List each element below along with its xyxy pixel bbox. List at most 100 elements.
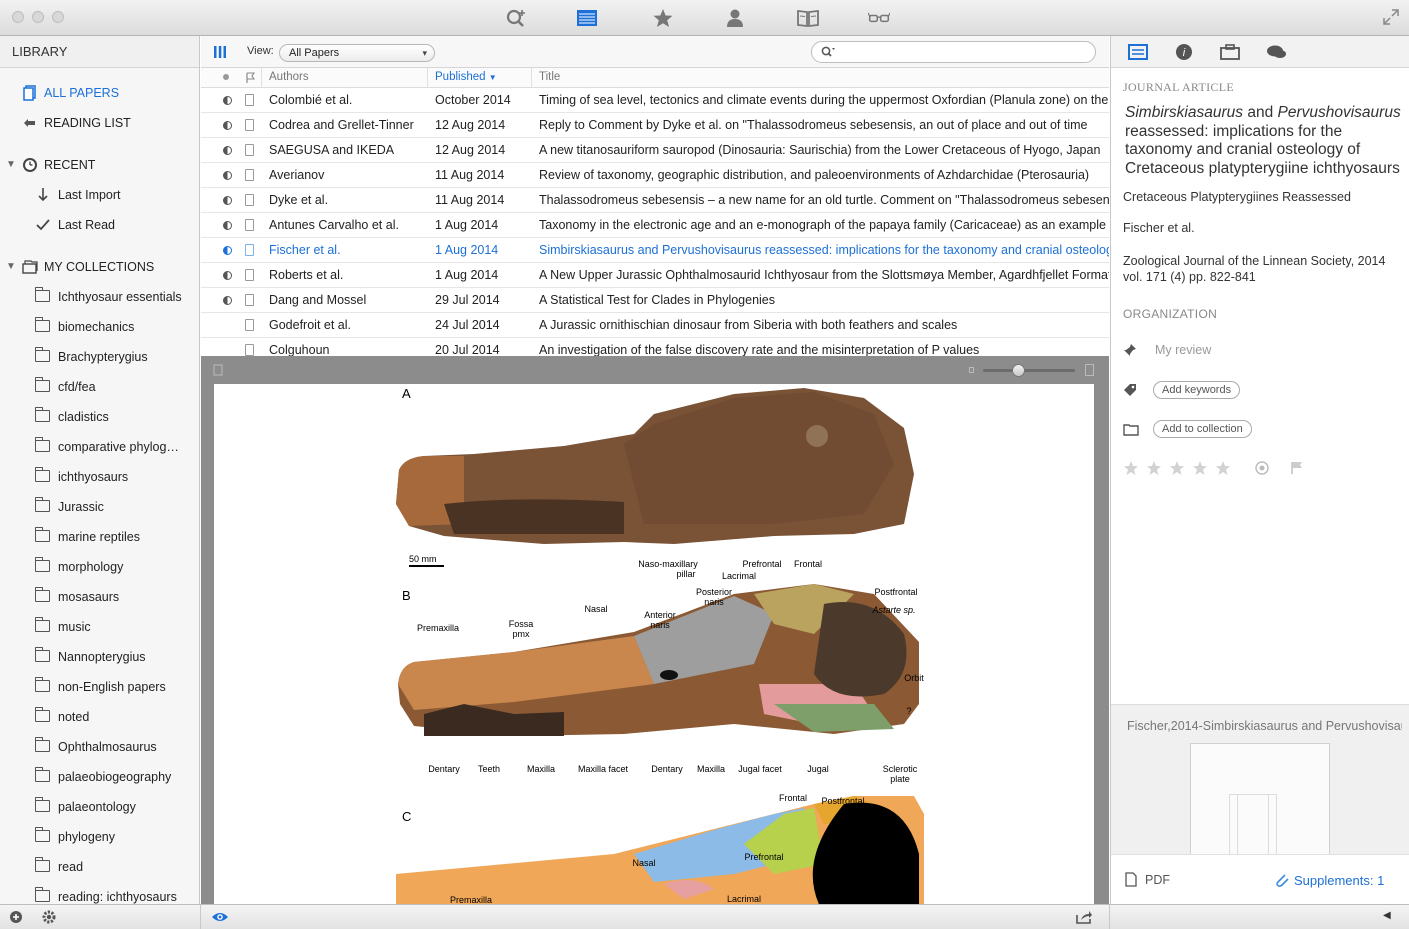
pdf-label[interactable]: PDF [1145, 873, 1170, 887]
read-status-icon[interactable] [223, 121, 232, 130]
disclosure-triangle-icon[interactable]: ▼ [6, 154, 16, 176]
table-row[interactable]: Roberts et al. 1 Aug 2014 A New Upper Jura… [201, 263, 1109, 288]
sidebar-item-collection[interactable]: noted [0, 706, 199, 728]
sidebar-item-last-import[interactable]: Last Import [0, 184, 199, 206]
comments-tab-icon[interactable] [1265, 42, 1289, 62]
sidebar-section-recent[interactable]: ▼ RECENT [0, 154, 199, 176]
sidebar-item-collection[interactable]: phylogeny [0, 826, 199, 848]
read-status-icon[interactable] [223, 221, 232, 230]
read-status-icon[interactable] [223, 146, 232, 155]
library-view-icon[interactable] [571, 6, 603, 30]
close-window-button[interactable] [12, 11, 24, 23]
supplements-link[interactable]: Supplements: 1 [1294, 873, 1384, 888]
sidebar-item-collection[interactable]: read [0, 856, 199, 878]
read-status-icon[interactable] [223, 296, 232, 305]
sidebar-item-collection[interactable]: mosasaurs [0, 586, 199, 608]
sidebar-item-last-read[interactable]: Last Read [0, 214, 199, 236]
share-icon[interactable] [1075, 909, 1093, 925]
sidebar-item-collection[interactable]: Brachypterygius [0, 346, 199, 368]
table-row[interactable]: Antunes Carvalho et al. 1 Aug 2014 Taxonom… [201, 213, 1109, 238]
published-column-header[interactable]: Published ▼ [435, 71, 497, 83]
table-row[interactable]: Godefroit et al. 24 Jul 2014 A Jurassic or… [201, 313, 1109, 338]
zoom-slider[interactable] [983, 369, 1075, 372]
table-row[interactable]: Dang and Mossel 29 Jul 2014 A Statistical … [201, 288, 1109, 313]
details-tab-icon[interactable]: i [1172, 42, 1196, 62]
minimize-window-button[interactable] [32, 11, 44, 23]
read-status-icon[interactable] [223, 246, 232, 255]
sidebar-item-collection[interactable]: non-English papers [0, 676, 199, 698]
search-field[interactable] [811, 41, 1096, 63]
volume-pages[interactable]: vol. 171 (4) pp. 822-841 [1123, 270, 1256, 284]
sidebar-section-my-collections[interactable]: ▼ MY COLLECTIONS [0, 256, 199, 278]
sidebar-item-collection[interactable]: palaeobiogeography [0, 766, 199, 788]
sidebar-item-collection[interactable]: comparative phylog… [0, 436, 199, 458]
rating-star-icon[interactable] [1215, 460, 1231, 476]
pdf-thumbnail[interactable] [1190, 743, 1330, 854]
read-status-icon[interactable] [223, 171, 232, 180]
table-row[interactable]: SAEGUSA and IKEDA 12 Aug 2014 A new titan… [201, 138, 1109, 163]
journal-name[interactable]: Zoological Journal of the Linnean Societ… [1123, 254, 1385, 268]
table-row[interactable]: Colombié et al. October 2014 Timing of sea… [201, 88, 1109, 113]
read-status-icon[interactable] [223, 196, 232, 205]
star-icon[interactable] [647, 6, 679, 30]
gear-icon[interactable] [41, 909, 57, 925]
table-row[interactable]: Dyke et al. 11 Aug 2014 Thalassodromeus se… [201, 188, 1109, 213]
rating-star-icon[interactable] [1146, 460, 1162, 476]
sidebar-item-collection[interactable]: marine reptiles [0, 526, 199, 548]
rating-star-icon[interactable] [1192, 460, 1208, 476]
paper-authors[interactable]: Fischer et al. [1123, 221, 1195, 235]
sidebar-item-collection[interactable]: cfd/fea [0, 376, 199, 398]
sidebar-item-collection[interactable]: Ichthyosaur essentials [0, 286, 199, 308]
eye-icon[interactable] [211, 910, 229, 924]
page-icon[interactable] [213, 364, 223, 376]
disclosure-triangle-icon[interactable]: ▼ [6, 256, 16, 278]
sidebar-item-collection[interactable]: cladistics [0, 406, 199, 428]
fullscreen-icon[interactable] [1383, 9, 1399, 25]
target-icon[interactable] [1255, 461, 1269, 475]
info-tab-icon[interactable] [1126, 42, 1150, 62]
view-select[interactable]: All Papers [279, 44, 435, 62]
sidebar-item-collection[interactable]: biomechanics [0, 316, 199, 338]
add-collection-icon[interactable] [9, 910, 23, 924]
sidebar-item-reading-list[interactable]: READING LIST [0, 112, 199, 134]
search-add-icon[interactable] [500, 6, 532, 30]
collection-label: non-English papers [58, 680, 166, 694]
sidebar-item-collection[interactable]: reading: ichthyosaurs [0, 886, 199, 904]
add-keywords-button[interactable]: Add keywords [1153, 381, 1241, 399]
short-title[interactable]: Cretaceous Platypterygiines Reassessed [1123, 190, 1351, 204]
rating-star-icon[interactable] [1169, 460, 1185, 476]
table-row[interactable]: Averianov 11 Aug 2014 Review of taxonomy, … [201, 163, 1109, 188]
read-status-icon[interactable] [223, 271, 232, 280]
my-review-row[interactable]: My review [1123, 339, 1393, 361]
table-row[interactable]: Codrea and Grellet-Tinner 12 Aug 2014 Repl… [201, 113, 1109, 138]
columns-toggle-icon[interactable] [213, 45, 227, 59]
zoom-slider-knob[interactable] [1012, 364, 1025, 377]
sidebar-item-collection[interactable]: ichthyosaurs [0, 466, 199, 488]
sidebar-item-collection[interactable]: morphology [0, 556, 199, 578]
sidebar-item-collection[interactable]: palaeontology [0, 796, 199, 818]
read-status-column-icon[interactable] [223, 74, 229, 80]
sidebar-item-collection[interactable]: music [0, 616, 199, 638]
zoom-window-button[interactable] [52, 11, 64, 23]
table-row[interactable]: Fischer et al. 1 Aug 2014 Simbirskiasaurus… [201, 238, 1109, 263]
pdf-thumbnail-area[interactable]: Fischer,2014-Simbirskiasaurus and Pervus… [1111, 704, 1409, 854]
flag-column-icon[interactable] [245, 72, 255, 83]
flag-icon[interactable] [1290, 461, 1304, 475]
sidebar-item-collection[interactable]: Ophthalmosaurus [0, 736, 199, 758]
person-icon[interactable] [719, 6, 751, 30]
read-status-icon[interactable] [223, 96, 232, 105]
rating-star-icon[interactable] [1123, 460, 1139, 476]
pdf-viewer[interactable]: A 50 mm B Naso-maxillary pillar Lacrimal… [201, 384, 1109, 904]
book-icon[interactable] [792, 6, 824, 30]
authors-column-header[interactable]: Authors [269, 71, 309, 83]
paper-title[interactable]: Simbirskiasaurus and Pervushovisaurus re… [1125, 104, 1403, 178]
sidebar-item-collection[interactable]: Nannopterygius [0, 646, 199, 668]
add-to-collection-button[interactable]: Add to collection [1153, 420, 1252, 438]
table-row[interactable]: Colguhoun 20 Jul 2014 An investigation of … [201, 338, 1109, 356]
glasses-icon[interactable] [863, 6, 895, 30]
sidebar-item-all-papers[interactable]: ALL PAPERS [0, 82, 199, 104]
collapse-inspector-icon[interactable]: ◀ [1383, 910, 1391, 921]
title-column-header[interactable]: Title [539, 71, 560, 83]
notes-tab-icon[interactable] [1218, 42, 1242, 62]
sidebar-item-collection[interactable]: Jurassic [0, 496, 199, 518]
